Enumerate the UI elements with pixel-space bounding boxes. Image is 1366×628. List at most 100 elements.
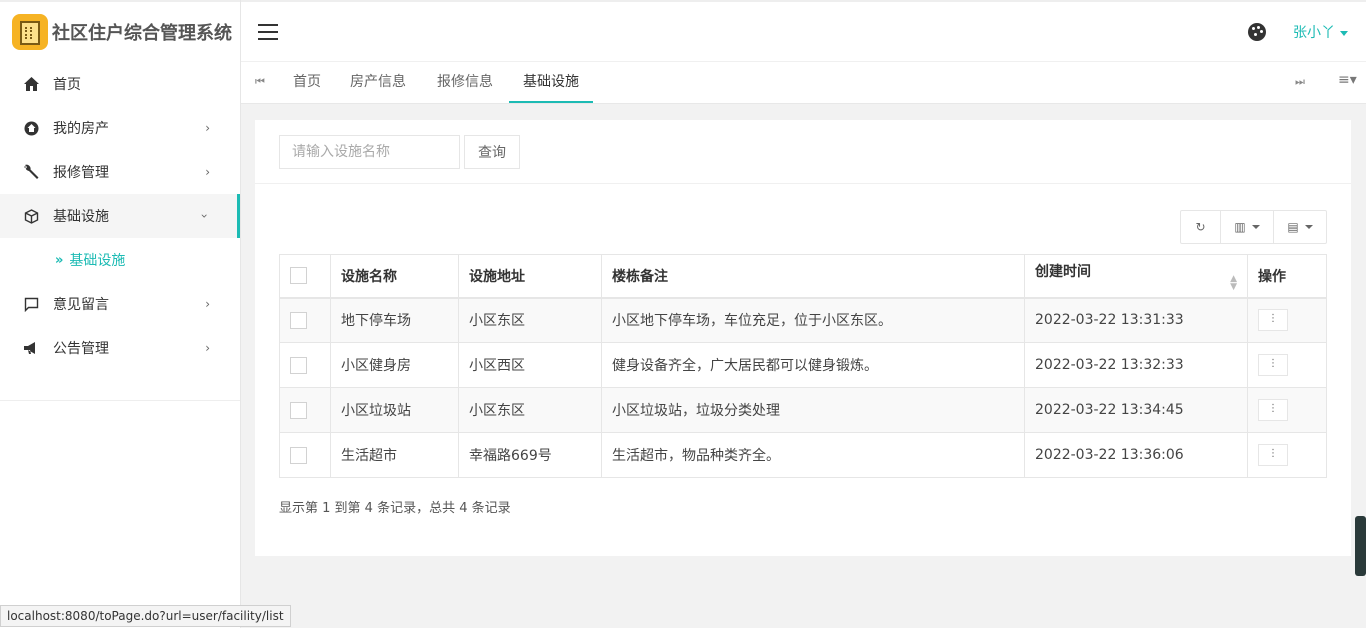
sidebar-item-label: 意见留言: [53, 297, 109, 313]
tab-scroll-left-icon[interactable]: ⏮: [255, 75, 265, 89]
actions-cell: ⋮: [1247, 387, 1327, 433]
facility-name-cell: 地下停车场: [330, 297, 459, 343]
sidebar-item-my-property[interactable]: 我的房产 ›: [0, 106, 240, 150]
tab-scroll-right-icon[interactable]: ⏭: [1295, 75, 1305, 89]
column-header-created[interactable]: 创建时间 ▲ ▼: [1024, 254, 1248, 299]
app-title: 社区住户综合管理系统: [52, 23, 232, 44]
row-select-cell: [279, 432, 331, 478]
facility-name-search-input[interactable]: [279, 135, 460, 169]
pagination-summary: 显示第 1 到第 4 条记录，总共 4 条记录: [279, 501, 511, 516]
sidebar-item-feedback[interactable]: 意见留言 ›: [0, 282, 240, 326]
facility-address-cell: 小区东区: [458, 387, 602, 433]
refresh-button[interactable]: ↻: [1181, 211, 1221, 243]
top-header: 张小丫: [241, 0, 1366, 62]
sidebar: 社区住户综合管理系统 首页 我的房产 › 报修管理 › 基础设施 › » 基础设…: [0, 0, 241, 628]
cube-icon: [22, 207, 40, 225]
message-icon: [22, 295, 40, 313]
table-row: 生活超市 幸福路669号 生活超市，物品种类齐全。 2022-03-22 13:…: [279, 432, 1327, 478]
facility-name-cell: 小区垃圾站: [330, 387, 459, 433]
tab-facility[interactable]: 基础设施: [509, 62, 593, 103]
chevron-right-icon: ›: [205, 297, 210, 311]
table-row: 小区健身房 小区西区 健身设备齐全，广大居民都可以健身锻炼。 2022-03-2…: [279, 342, 1327, 388]
row-checkbox[interactable]: [290, 356, 307, 374]
chevron-right-icon: ›: [205, 121, 210, 135]
sidebar-item-announcement[interactable]: 公告管理 ›: [0, 326, 240, 370]
column-header-created-label: 创建时间: [1035, 263, 1091, 280]
menu-toggle-icon[interactable]: [258, 24, 278, 40]
facility-address-cell: 小区西区: [458, 342, 602, 388]
row-select-cell: [279, 342, 331, 388]
row-actions-button[interactable]: ⋮: [1258, 399, 1288, 421]
sidebar-item-home[interactable]: 首页: [0, 62, 240, 106]
side-widget-handle[interactable]: [1355, 516, 1366, 576]
caret-down-icon: [1304, 225, 1313, 229]
sidebar-item-label: 报修管理: [53, 165, 109, 181]
house-icon: [22, 119, 40, 137]
tab-home[interactable]: 首页: [293, 62, 321, 103]
export-file-icon: ▤: [1287, 220, 1299, 234]
select-all-checkbox[interactable]: [290, 267, 307, 285]
sidebar-menu: 首页 我的房产 › 报修管理 › 基础设施 › » 基础设施 意见留言 › 公告…: [0, 62, 240, 370]
created-time-cell: 2022-03-22 13:34:45: [1024, 387, 1248, 433]
row-actions-button[interactable]: ⋮: [1258, 309, 1288, 332]
facility-panel: 查询 ↻ ▥ ▤ 设施名称 设施地址 楼栋备注 创建时间▲▼ 操作 地下: [255, 120, 1351, 556]
row-select-cell: [279, 387, 331, 433]
building-logo-icon: [12, 14, 48, 50]
export-button[interactable]: ▤: [1274, 211, 1326, 243]
sidebar-subitem-facility[interactable]: » 基础设施: [0, 238, 240, 282]
browser-status-bar: localhost:8080/toPage.do?url=user/facili…: [0, 605, 291, 627]
facility-note-cell: 健身设备齐全，广大居民都可以健身锻炼。: [601, 342, 1025, 388]
sidebar-item-repair[interactable]: 报修管理 ›: [0, 150, 240, 194]
column-header-actions: 操作: [1247, 254, 1327, 299]
facility-note-cell: 小区垃圾站，垃圾分类处理: [601, 387, 1025, 433]
table-row: 地下停车场 小区东区 小区地下停车场，车位充足，位于小区东区。 2022-03-…: [279, 297, 1327, 343]
columns-toggle-button[interactable]: ▥: [1221, 211, 1274, 243]
home-icon: [22, 75, 40, 93]
query-button[interactable]: 查询: [464, 135, 520, 169]
tab-options-icon[interactable]: ≡▾: [1338, 72, 1357, 88]
app-logo[interactable]: 社区住户综合管理系统: [0, 0, 240, 62]
column-header-name[interactable]: 设施名称: [330, 254, 459, 299]
refresh-icon: ↻: [1195, 220, 1206, 234]
created-time-cell: 2022-03-22 13:31:33: [1024, 297, 1248, 343]
row-actions-button[interactable]: ⋮: [1258, 354, 1288, 376]
facility-name-cell: 小区健身房: [330, 342, 459, 388]
column-header-address[interactable]: 设施地址: [458, 254, 602, 299]
chevron-right-icon: ›: [205, 341, 210, 355]
sort-icon: ▲ ▼: [1230, 273, 1237, 292]
created-time-cell: 2022-03-22 13:32:33: [1024, 342, 1248, 388]
row-checkbox[interactable]: [290, 446, 307, 464]
actions-cell: ⋮: [1247, 297, 1327, 343]
table-header-row: 设施名称 设施地址 楼栋备注 创建时间 ▲ ▼ 操作: [279, 254, 1327, 299]
facility-note-cell: 生活超市，物品种类齐全。: [601, 432, 1025, 478]
user-menu[interactable]: 张小丫: [1293, 22, 1348, 42]
columns-icon: ▥: [1234, 220, 1246, 234]
table-row: 小区垃圾站 小区东区 小区垃圾站，垃圾分类处理 2022-03-22 13:34…: [279, 387, 1327, 433]
chevron-down-icon: ›: [197, 213, 212, 219]
search-row: 查询: [255, 120, 1351, 184]
double-chevron-icon: »: [55, 252, 64, 268]
megaphone-icon: [22, 339, 40, 357]
sidebar-subitem-label: 基础设施: [69, 253, 126, 269]
actions-cell: ⋮: [1247, 342, 1327, 388]
table-toolbar: ↻ ▥ ▤: [1180, 210, 1327, 244]
sidebar-divider: [0, 400, 240, 401]
wrench-icon: [22, 163, 40, 181]
row-actions-button[interactable]: ⋮: [1258, 444, 1288, 466]
sidebar-item-label: 公告管理: [53, 341, 109, 357]
tab-repair-info[interactable]: 报修信息: [437, 62, 493, 103]
user-name: 张小丫: [1293, 25, 1335, 41]
palette-icon[interactable]: [1248, 23, 1266, 41]
facility-address-cell: 幸福路669号: [458, 432, 602, 478]
sidebar-item-label: 基础设施: [53, 209, 109, 225]
chevron-right-icon: ›: [205, 165, 210, 179]
column-header-note[interactable]: 楼栋备注: [601, 254, 1025, 299]
row-checkbox[interactable]: [290, 401, 307, 419]
row-checkbox[interactable]: [290, 311, 307, 329]
row-select-cell: [279, 297, 331, 343]
sidebar-item-label: 首页: [53, 77, 81, 93]
facility-name-cell: 生活超市: [330, 432, 459, 478]
tab-property-info[interactable]: 房产信息: [350, 62, 406, 103]
sidebar-item-facility[interactable]: 基础设施 ›: [0, 194, 240, 238]
facility-note-cell: 小区地下停车场，车位充足，位于小区东区。: [601, 297, 1025, 343]
